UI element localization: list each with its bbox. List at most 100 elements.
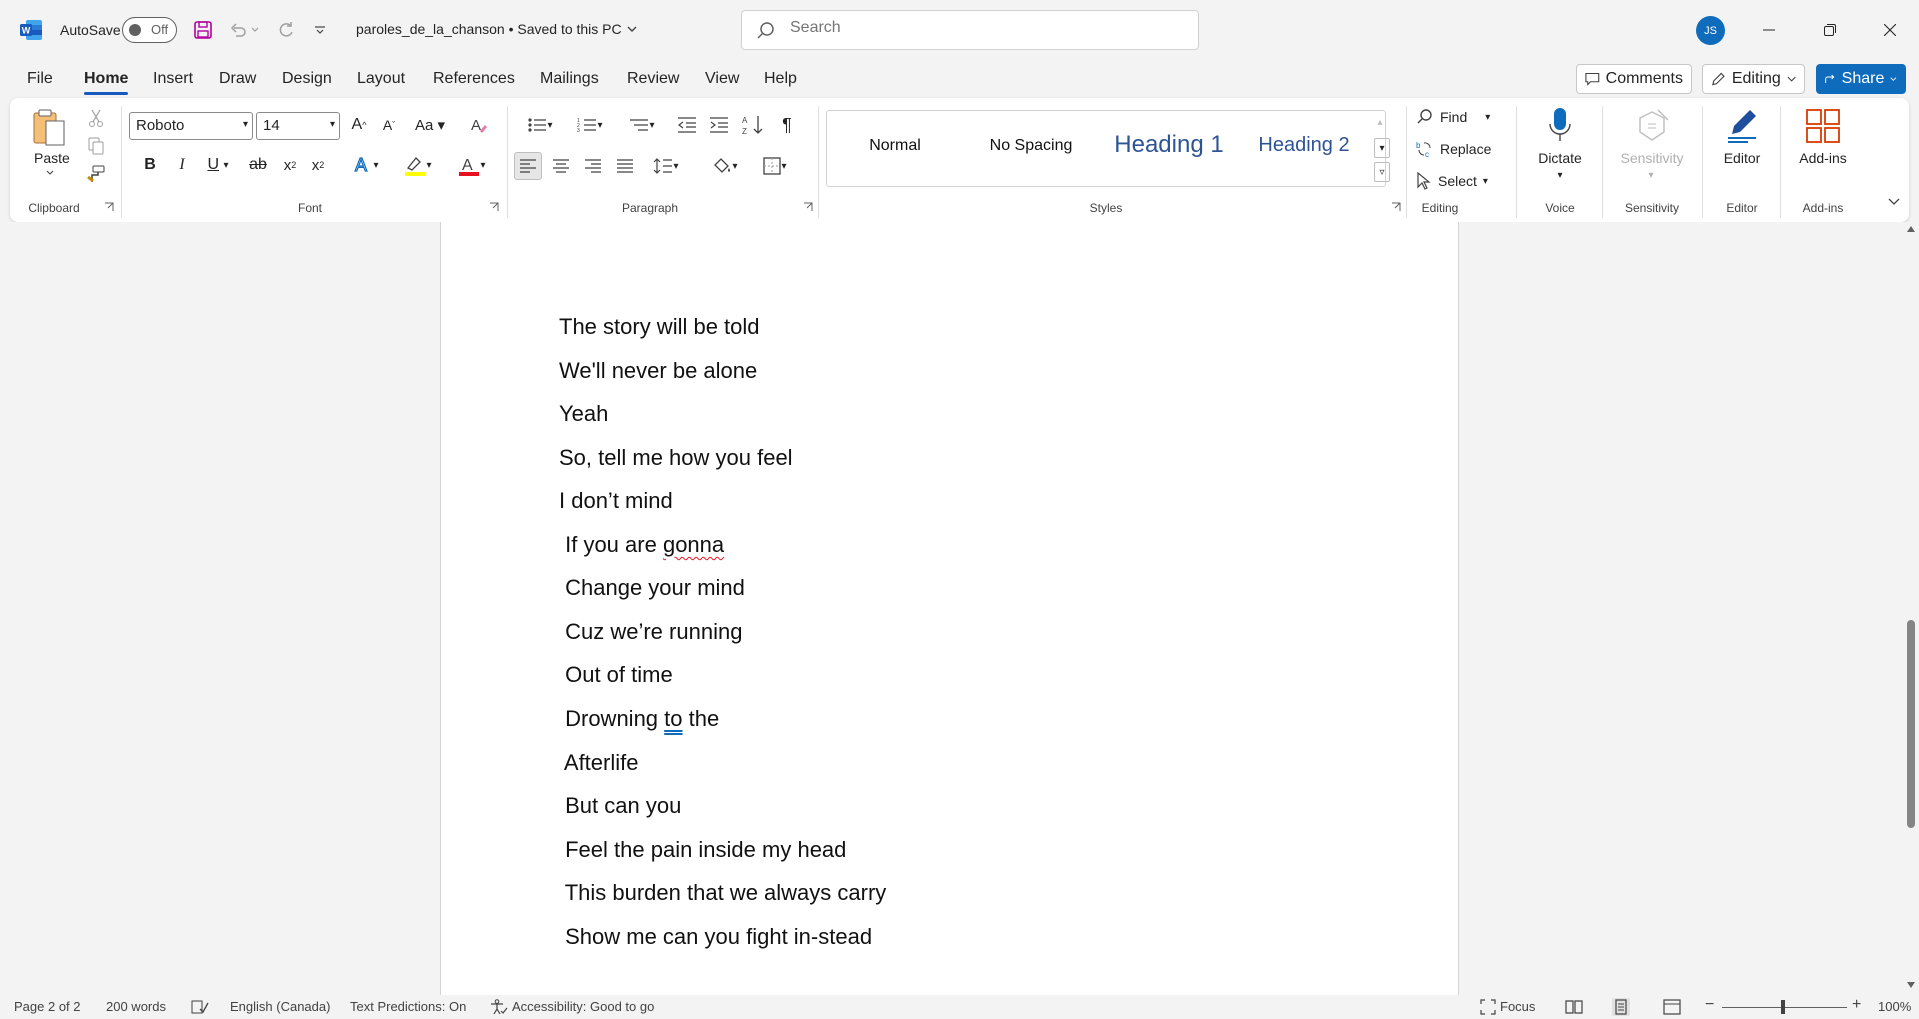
format-painter-icon[interactable] [84,162,108,186]
close-icon[interactable] [1867,12,1913,48]
focus-icon[interactable] [1480,999,1496,1015]
lyric-line[interactable]: Out of time [559,662,673,688]
sort-icon[interactable]: AZ [740,112,766,138]
underline-button[interactable]: U ▾ [200,152,236,178]
dialog-launcher-icon[interactable] [1391,202,1401,212]
web-layout-icon[interactable] [1663,999,1681,1015]
tab-design[interactable]: Design [282,70,332,88]
paste-label[interactable]: Paste [34,150,70,166]
decrease-indent-icon[interactable] [674,112,700,138]
user-avatar[interactable]: JS [1696,16,1725,45]
align-right-icon[interactable] [580,152,606,180]
tab-help[interactable]: Help [764,70,797,88]
dialog-launcher-icon[interactable] [104,202,114,212]
chevron-down-icon[interactable]: ▾ [1555,170,1565,181]
italic-button[interactable]: I [170,152,194,178]
font-size-select[interactable]: 14 ▾ [256,112,340,140]
text-predictions-status[interactable]: Text Predictions: On [350,999,466,1014]
shrink-font-button[interactable]: Aˇ [376,112,402,138]
scroll-thumb[interactable] [1907,620,1915,828]
zoom-in-button[interactable]: + [1852,996,1861,1014]
accessibility-status[interactable]: Accessibility: Good to go [512,999,654,1014]
scroll-up-icon[interactable] [1907,226,1915,232]
microphone-icon[interactable] [1525,106,1595,146]
autosave-toggle[interactable]: Off [122,17,177,43]
print-layout-icon[interactable] [1612,998,1630,1016]
borders-button[interactable]: ▾ [754,152,796,180]
style-no-spacing[interactable]: No Spacing [963,137,1099,155]
customize-toolbar-icon[interactable] [306,16,334,44]
scroll-down-icon[interactable] [1907,982,1915,988]
tab-insert[interactable]: Insert [153,70,193,88]
chevron-down-icon[interactable] [46,170,54,176]
document-page[interactable]: The story will be told We'll never be al… [440,222,1459,995]
text-effects-button[interactable]: A ▾ [346,152,386,178]
language-indicator[interactable]: English (Canada) [230,999,330,1014]
proofing-icon[interactable] [191,1000,209,1014]
font-color-button[interactable]: A ▾ [450,152,494,178]
align-left-icon[interactable] [514,152,542,180]
style-normal[interactable]: Normal [827,137,963,155]
tab-review[interactable]: Review [627,70,679,88]
styles-scroll-up-icon[interactable]: ▴ [1374,112,1386,132]
superscript-button[interactable]: x2 [306,152,330,178]
tab-file[interactable]: File [27,70,53,88]
lyric-line[interactable]: So, tell me how you feel [559,445,793,471]
search-input[interactable] [790,19,1170,37]
justify-icon[interactable] [612,152,638,180]
lyric-line[interactable]: I don’t mind [559,488,673,514]
vertical-scrollbar[interactable] [1903,222,1919,995]
editor-label[interactable]: Editor [1710,150,1774,166]
numbering-button[interactable]: 1 2 3 ▾ [568,112,612,138]
bullets-button[interactable]: ▾ [518,112,562,138]
grammar-flagged-word[interactable]: to [664,706,682,731]
style-heading-1[interactable]: Heading 1 [1099,131,1239,159]
lyric-line[interactable]: Show me can you fight in-stead [559,924,872,950]
copy-icon[interactable] [84,134,108,158]
show-formatting-marks-button[interactable]: ¶ [774,112,800,138]
tab-layout[interactable]: Layout [357,70,405,88]
comments-button[interactable]: Comments [1576,64,1692,94]
lyric-line-with-spelling-mark[interactable]: If you are gonna [559,532,724,558]
save-icon[interactable] [189,16,217,44]
zoom-out-button[interactable]: − [1705,996,1714,1014]
add-ins-icon[interactable] [1788,106,1858,146]
dictate-label[interactable]: Dictate [1525,150,1595,166]
minimize-icon[interactable] [1746,12,1792,48]
multilevel-list-button[interactable]: ▾ [620,112,664,138]
shading-button[interactable]: ▾ [704,152,746,180]
search-box[interactable] [741,10,1199,50]
word-count[interactable]: 200 words [106,999,166,1014]
editing-mode-button[interactable]: Editing [1702,64,1805,94]
line-spacing-button[interactable]: ▾ [646,152,686,180]
lyric-line[interactable]: This burden that we always carry [559,880,887,906]
lyric-line[interactable]: The story will be told [559,314,760,340]
lyric-line[interactable]: We'll never be alone [559,358,757,384]
align-center-icon[interactable] [548,152,574,180]
undo-dropdown-icon[interactable] [248,16,262,44]
zoom-slider-thumb[interactable] [1781,1000,1785,1014]
lyric-line[interactable]: Afterlife [559,750,639,776]
dialog-launcher-icon[interactable] [489,202,499,212]
increase-indent-icon[interactable] [706,112,732,138]
collapse-ribbon-icon[interactable] [1886,194,1902,210]
grow-font-button[interactable]: A ^ [346,112,372,138]
lyric-line-with-grammar-mark[interactable]: Drowning to the [559,706,719,732]
clear-formatting-icon[interactable]: A [466,112,492,138]
lyric-line[interactable]: Yeah [559,401,608,427]
tab-home[interactable]: Home [84,70,129,95]
tab-mailings[interactable]: Mailings [540,70,599,88]
subscript-button[interactable]: x2 [278,152,302,178]
font-family-select[interactable]: Roboto ▾ [129,112,253,140]
find-button[interactable]: Find ▾ [1416,106,1490,128]
share-button[interactable]: Share [1816,64,1906,94]
style-heading-2[interactable]: Heading 2 [1239,134,1369,157]
cut-icon[interactable] [84,106,108,130]
tab-view[interactable]: View [705,70,739,88]
strikethrough-button[interactable]: ab [246,152,270,178]
styles-scroll-down-icon[interactable]: ▾ [1374,138,1390,158]
lyric-line[interactable]: Change your mind [559,575,745,601]
accessibility-icon[interactable] [490,999,508,1015]
tab-references[interactable]: References [433,70,515,88]
restore-icon[interactable] [1807,12,1853,48]
